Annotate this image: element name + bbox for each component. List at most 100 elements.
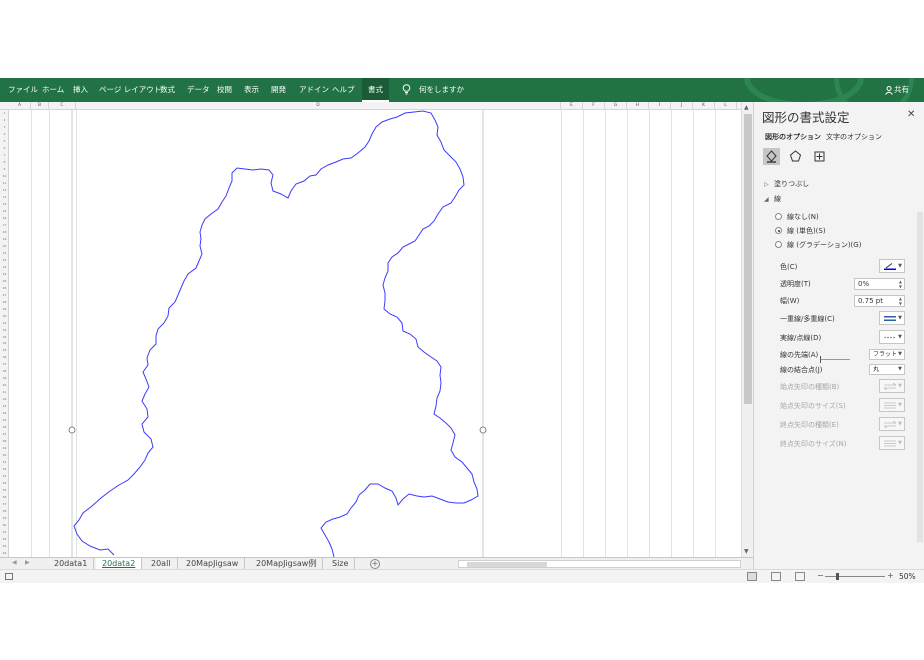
begin-arrow-type-label: 始点矢印の種類(B) bbox=[780, 383, 840, 391]
expanded-triangle-icon: ◢ bbox=[764, 196, 769, 203]
transparency-slider-knob[interactable] bbox=[820, 356, 821, 363]
end-arrow-type-picker: ▼ bbox=[879, 417, 905, 431]
transparency-label: 透明度(T) bbox=[780, 280, 811, 288]
cap-type-value: フラット bbox=[873, 351, 898, 358]
size-and-properties-icon[interactable] bbox=[811, 148, 828, 165]
excel-app: ファイル ホーム 挿入 ページ レイアウト 数式 データ 校閲 表示 開発 アド… bbox=[0, 0, 924, 660]
resize-handle-left[interactable] bbox=[68, 426, 76, 434]
fill-section-header[interactable]: ▷ 塗りつぶし bbox=[764, 179, 809, 189]
map-outline-shape[interactable] bbox=[0, 102, 741, 557]
chevron-down-icon: ▼ bbox=[898, 334, 902, 340]
resize-handle-right[interactable] bbox=[479, 426, 487, 434]
radio-button[interactable] bbox=[775, 213, 782, 220]
tab-formulas[interactable]: 数式 bbox=[160, 78, 175, 102]
pen-color-icon bbox=[884, 263, 896, 270]
radio-button[interactable] bbox=[775, 227, 782, 234]
tab-shape-options[interactable]: 図形のオプション bbox=[765, 132, 821, 142]
zoom-slider[interactable] bbox=[825, 573, 885, 580]
status-bar: − + 50% bbox=[0, 569, 924, 583]
excel-window: ファイル ホーム 挿入 ページ レイアウト 数式 データ 校閲 表示 開発 アド… bbox=[0, 78, 924, 583]
sheet-tab-20mapjigsaw-example[interactable]: 20MapJigsaw例 bbox=[250, 558, 324, 569]
prev-sheet-icon[interactable]: ◀ bbox=[12, 559, 17, 566]
scroll-down-icon[interactable]: ▼ bbox=[744, 548, 749, 555]
vertical-scrollbar[interactable]: ▲ ▼ bbox=[741, 102, 753, 557]
page-layout-view-icon[interactable] bbox=[771, 572, 781, 581]
format-shape-pane: 図形の書式設定 ✕ 図形のオプション 文字のオプション ▷ 塗りつぶし ◢ 線 線な… bbox=[753, 102, 924, 569]
sheet-tab-20data2[interactable]: 20data2 bbox=[96, 558, 143, 569]
sheet-tab-20mapjigsaw[interactable]: 20MapJigsaw bbox=[180, 558, 246, 569]
join-type-value: 丸 bbox=[873, 366, 880, 373]
horizontal-scroll-thumb[interactable] bbox=[467, 562, 547, 567]
end-arrow-size-label: 終点矢印のサイズ(N) bbox=[780, 440, 847, 448]
macro-record-icon[interactable] bbox=[5, 573, 13, 580]
tab-page-layout[interactable]: ページ レイアウト bbox=[99, 78, 161, 102]
line-section-header[interactable]: ◢ 線 bbox=[764, 194, 781, 204]
tab-file[interactable]: ファイル bbox=[8, 78, 38, 102]
radio-label: 線なし(N) bbox=[787, 213, 819, 221]
transparency-slider[interactable] bbox=[820, 356, 850, 363]
zoom-out-button[interactable]: − bbox=[817, 571, 824, 580]
width-value: 0.75 pt bbox=[858, 297, 883, 305]
fill-section-label: 塗りつぶし bbox=[774, 180, 810, 188]
transparency-input[interactable]: 0% ▲ ▼ bbox=[854, 278, 905, 290]
tab-help[interactable]: ヘルプ bbox=[332, 78, 355, 102]
tab-home[interactable]: ホーム bbox=[42, 78, 64, 102]
chevron-down-icon: ▼ bbox=[898, 402, 902, 408]
tab-data[interactable]: データ bbox=[187, 78, 210, 102]
dash-line-icon bbox=[884, 336, 896, 339]
radio-label: 線 (単色)(S) bbox=[787, 227, 826, 235]
compound-type-picker[interactable]: ▼ bbox=[879, 311, 905, 325]
line-section-label: 線 bbox=[774, 195, 781, 203]
chevron-down-icon: ▼ bbox=[898, 421, 902, 427]
tab-review[interactable]: 校閲 bbox=[217, 78, 232, 102]
cap-type-label: 線の先端(A) bbox=[780, 351, 819, 359]
line-color-picker[interactable]: ▼ bbox=[879, 259, 905, 273]
radio-button[interactable] bbox=[775, 241, 782, 248]
worksheet-area[interactable]: A B C D E F G H I J K L 1 2 3 4 5 6 7 8 9 10 11 12 1… bbox=[0, 102, 741, 557]
spin-arrows-icon[interactable]: ▲ ▼ bbox=[899, 279, 902, 289]
transparency-value: 0% bbox=[858, 280, 870, 288]
pane-title: 図形の書式設定 bbox=[762, 110, 850, 125]
zoom-in-button[interactable]: + bbox=[887, 571, 894, 580]
tab-format[interactable]: 書式 bbox=[362, 78, 389, 102]
pane-scrollbar[interactable] bbox=[917, 212, 923, 542]
arrow-type-icon bbox=[884, 421, 896, 428]
vertical-scroll-thumb[interactable] bbox=[744, 114, 752, 404]
lightbulb-icon bbox=[402, 84, 411, 95]
close-icon[interactable]: ✕ bbox=[907, 109, 915, 120]
tab-insert[interactable]: 挿入 bbox=[73, 78, 88, 102]
radio-no-line[interactable]: 線なし(N) bbox=[775, 212, 819, 222]
tab-addins[interactable]: アドイン bbox=[299, 78, 329, 102]
radio-gradient-line[interactable]: 線 (グラデーション)(G) bbox=[775, 240, 861, 250]
map-outline-path[interactable] bbox=[73, 110, 479, 557]
fill-and-line-icon[interactable] bbox=[763, 148, 780, 165]
ribbon-tab-bar: ファイル ホーム 挿入 ページ レイアウト 数式 データ 校閲 表示 開発 アド… bbox=[0, 78, 924, 102]
page-break-view-icon[interactable] bbox=[795, 572, 805, 581]
share-label: 共有 bbox=[894, 85, 909, 94]
sheet-tab-20all[interactable]: 20all bbox=[145, 558, 178, 569]
zoom-level[interactable]: 50% bbox=[899, 572, 916, 581]
scroll-up-icon[interactable]: ▲ bbox=[744, 104, 749, 111]
tab-text-options[interactable]: 文字のオプション bbox=[826, 132, 882, 142]
tab-view[interactable]: 表示 bbox=[244, 78, 259, 102]
add-sheet-icon[interactable]: + bbox=[370, 559, 380, 569]
dash-type-picker[interactable]: ▼ bbox=[879, 330, 905, 344]
compound-type-label: 一重線/多重線(C) bbox=[780, 315, 835, 323]
begin-arrow-size-label: 始点矢印のサイズ(S) bbox=[780, 402, 846, 410]
effects-icon[interactable] bbox=[787, 148, 804, 165]
spin-arrows-icon[interactable]: ▲ ▼ bbox=[899, 296, 902, 306]
tab-developer[interactable]: 開発 bbox=[271, 78, 286, 102]
next-sheet-icon[interactable]: ▶ bbox=[25, 559, 30, 566]
zoom-slider-knob[interactable] bbox=[836, 573, 839, 580]
end-arrow-type-label: 終点矢印の種類(E) bbox=[780, 421, 839, 429]
begin-arrow-size-picker: ▼ bbox=[879, 398, 905, 412]
horizontal-scrollbar[interactable] bbox=[458, 560, 741, 568]
width-input[interactable]: 0.75 pt ▲ ▼ bbox=[854, 295, 905, 307]
normal-view-icon[interactable] bbox=[747, 572, 757, 581]
cap-type-select[interactable]: フラット ▼ bbox=[869, 349, 905, 360]
sheet-tab-20data1[interactable]: 20data1 bbox=[48, 558, 95, 569]
join-type-select[interactable]: 丸 ▼ bbox=[869, 364, 905, 375]
sheet-tab-size[interactable]: Size bbox=[326, 558, 356, 569]
tell-me-label: 何をしますか bbox=[419, 85, 464, 94]
radio-solid-line[interactable]: 線 (単色)(S) bbox=[775, 226, 826, 236]
